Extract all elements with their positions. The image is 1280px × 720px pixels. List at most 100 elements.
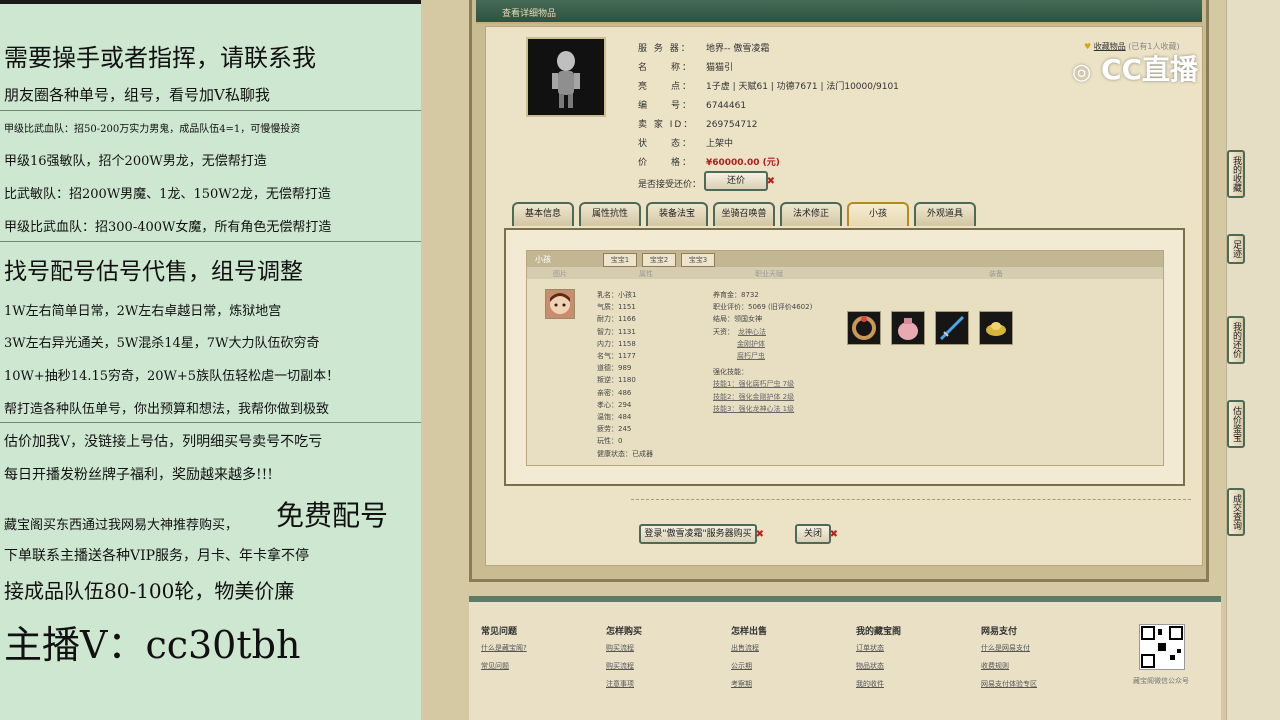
divider [0, 110, 421, 111]
stat-rebellion: 叛逆：1180 [597, 376, 636, 385]
close-icon: ✖ [755, 529, 764, 540]
talent-row-2: 金刚护体 [713, 338, 812, 350]
skill-link-2[interactable]: 技能2：强化金刚护体 2级 [713, 391, 812, 403]
login-purchase-button[interactable]: 登录"傲雪凌霜"服务器购买 ✖ [639, 524, 764, 544]
stat-filial: 孝心：294 [597, 400, 632, 409]
footer-link[interactable]: 订单状态 [856, 643, 901, 653]
name-field: 名 称： 猫猫引 [638, 63, 734, 73]
divider [0, 422, 421, 423]
window-title: 查看详细物品 [502, 9, 557, 19]
footer-link[interactable]: 出售流程 [731, 643, 767, 653]
status-field: 状 态： 上架中 [638, 139, 734, 149]
stat-nickname: 乳名：小孩1 [597, 291, 637, 299]
tab-attributes[interactable]: 属性抗性 [579, 202, 641, 226]
stat-fame: 名气：1177 [597, 352, 636, 361]
child-subpanel-header: 小孩 宝宝1 宝宝2 宝宝3 [527, 251, 1163, 267]
equip-slot-4[interactable] [979, 311, 1013, 345]
talent-link-3[interactable]: 腐朽尸虫 [737, 352, 765, 360]
pouch-icon [898, 318, 918, 340]
tab-child[interactable]: 小孩 [847, 202, 909, 226]
tab-equipment[interactable]: 装备法宝 [646, 202, 708, 226]
job-score: 职业评价：5069 (旧评价4602) [713, 303, 813, 312]
sidebar-item-trade-query[interactable]: 成交查询 [1227, 488, 1245, 536]
promo-line-14: 藏宝阁买东西通过我网易大神推荐购买， [4, 518, 239, 533]
stat-intimacy: 亲密：486 [597, 388, 632, 397]
promo-line-6: 甲级比武血队：招300-400W女魔，所有角色无偿帮打造 [4, 220, 332, 235]
child-ending: 结局：领国女神 [713, 315, 762, 324]
tab-spells[interactable]: 法术修正 [780, 202, 842, 226]
footer-link[interactable]: 收费规则 [981, 661, 1037, 671]
tab-baby-3[interactable]: 宝宝3 [681, 253, 715, 267]
promo-line-2: 朋友圈各种单号，组号，看号加V私聊我 [4, 86, 270, 104]
server-field: 服 务 器： 地界-- 傲雪凌霜 [638, 44, 770, 54]
close-icon: ✖ [829, 529, 838, 540]
child-face-icon [550, 293, 570, 314]
footer-col-payment: 网易支付 什么是网易支付 收费规则 网易支付体验专区 [981, 627, 1037, 689]
promo-line-15: 免费配号 [276, 499, 389, 532]
footer-link[interactable]: 什么是网易支付 [981, 643, 1037, 653]
equip-slot-1[interactable] [847, 311, 881, 345]
close-button[interactable]: 关闭 ✖ [795, 524, 838, 544]
tab-baby-2[interactable]: 宝宝2 [642, 253, 676, 267]
tab-appearance[interactable]: 外观道具 [914, 202, 976, 226]
footer-col-my-treasure: 我的藏宝阁 订单状态 物品状态 我的收件 [856, 627, 902, 689]
talent-label-row: 天资： 龙神心法 [713, 327, 766, 336]
promo-line-10: 10W+抽秒14.15穷奇，20W+5族队伍轻松虐一切副本！ [4, 369, 340, 384]
stat-inner-power: 内力：1158 [597, 339, 636, 348]
character-avatar [526, 37, 606, 117]
window-titlebar: 查看详细物品 [476, 0, 1202, 24]
footer-link[interactable]: 常见问题 [481, 661, 527, 671]
sword-icon [939, 315, 965, 341]
footer-link[interactable]: 公示期 [731, 661, 767, 671]
sidebar-item-history[interactable]: 足迹 [1227, 234, 1245, 264]
promo-line-8: 1W左右简单日常，2W左右卓越日常，炼狱地宫 [4, 304, 282, 319]
footer-col-buy: 怎样购买 购买流程 购买流程 注意事项 [606, 627, 643, 689]
equip-slot-2[interactable] [891, 311, 925, 345]
talent-link-1[interactable]: 龙神心法 [738, 328, 766, 336]
footer-link[interactable]: 我的收件 [856, 679, 901, 689]
stat-fatigue: 疲劳：245 [597, 425, 632, 434]
qr-caption: 藏宝阁微信公众号 [1133, 677, 1189, 685]
footer-col-faq: 常见问题 什么是藏宝阁? 常见问题 [481, 627, 527, 671]
promo-line-4: 甲级16强敏队，招个200W男龙，无偿帮打造 [4, 154, 267, 169]
divider [0, 241, 421, 242]
footer-link[interactable]: 物品状态 [856, 661, 901, 671]
promo-panel: 需要操手或者指挥，请联系我 朋友圈各种单号，组号，看号加V私聊我 甲级比武血队：… [0, 0, 421, 720]
promo-line-3: 甲级比武血队：招50-200万实力男鬼，成品队伍4=1，可慢慢投资 [4, 124, 301, 135]
highlight-field: 亮 点： 1子虚 | 天赋61 | 功德7671 | 法门10000/9101 [638, 82, 899, 92]
footer-link[interactable]: 购买流程 [606, 661, 642, 671]
promo-line-11: 帮打造各种队伍单号，你出预算和想法，我帮你做到极致 [4, 402, 330, 417]
promo-line-13: 每日开播发粉丝牌子福利，奖励越来越多!!! [4, 467, 273, 483]
ring-icon [852, 316, 876, 340]
equip-slot-3[interactable] [935, 311, 969, 345]
child-panel: 小孩 宝宝1 宝宝2 宝宝3 图片 属性 职业天赋 装备 乳名：小孩1 气质：1… [504, 228, 1185, 486]
skill-link-1[interactable]: 技能1：强化腐朽尸虫 7级 [713, 378, 812, 390]
child-portrait [545, 289, 575, 319]
tab-basic-info[interactable]: 基本信息 [512, 202, 574, 226]
footer-link[interactable]: 购买流程 [606, 643, 642, 653]
qr-code-icon [1139, 624, 1185, 670]
talent-link-2[interactable]: 金刚护体 [737, 340, 765, 348]
price-field: 价 格： ¥60000.00 (元) [638, 158, 780, 168]
stat-morality: 道德：989 [597, 364, 632, 373]
talent-row-3: 腐朽尸虫 [713, 350, 812, 362]
sidebar-item-appraisal[interactable]: 估价鉴宝 [1227, 400, 1245, 448]
stat-temperament: 气质：1151 [597, 303, 636, 312]
qr-pattern [1141, 626, 1183, 668]
bargain-button[interactable]: 还价 ✖ [704, 171, 775, 191]
stat-health: 健康状态：已成器 [597, 449, 653, 458]
sidebar-item-my-bargains[interactable]: 我的还价 [1227, 316, 1245, 364]
footer-link[interactable]: 考察期 [731, 679, 767, 689]
child-stats-list: 乳名：小孩1 气质：1151 耐力：1166 智力：1131 内力：1158 名… [597, 289, 653, 460]
footer-link[interactable]: 什么是藏宝阁? [481, 643, 527, 653]
footer-link[interactable]: 注意事项 [606, 679, 642, 689]
tab-baby-1[interactable]: 宝宝1 [603, 253, 637, 267]
footer-link[interactable]: 网易支付体验专区 [981, 679, 1037, 689]
sidebar-item-favorites[interactable]: 我的收藏 [1227, 150, 1245, 198]
child-subpanel: 小孩 宝宝1 宝宝2 宝宝3 图片 属性 职业天赋 装备 乳名：小孩1 气质：1… [526, 250, 1164, 466]
skill-link-3[interactable]: 技能3：强化龙神心法 1级 [713, 403, 812, 415]
game-area: 查看详细物品 服 务 器： 地界-- 傲雪凌霜 名 称： 猫猫引 亮 点： 1子虚 |… [421, 0, 1226, 720]
right-sidebar: 我的收藏 足迹 我的还价 估价鉴宝 成交查询 [1226, 0, 1280, 720]
tab-mounts-summons[interactable]: 坐骑召唤兽 [713, 202, 775, 226]
stat-stamina: 耐力：1166 [597, 315, 636, 324]
